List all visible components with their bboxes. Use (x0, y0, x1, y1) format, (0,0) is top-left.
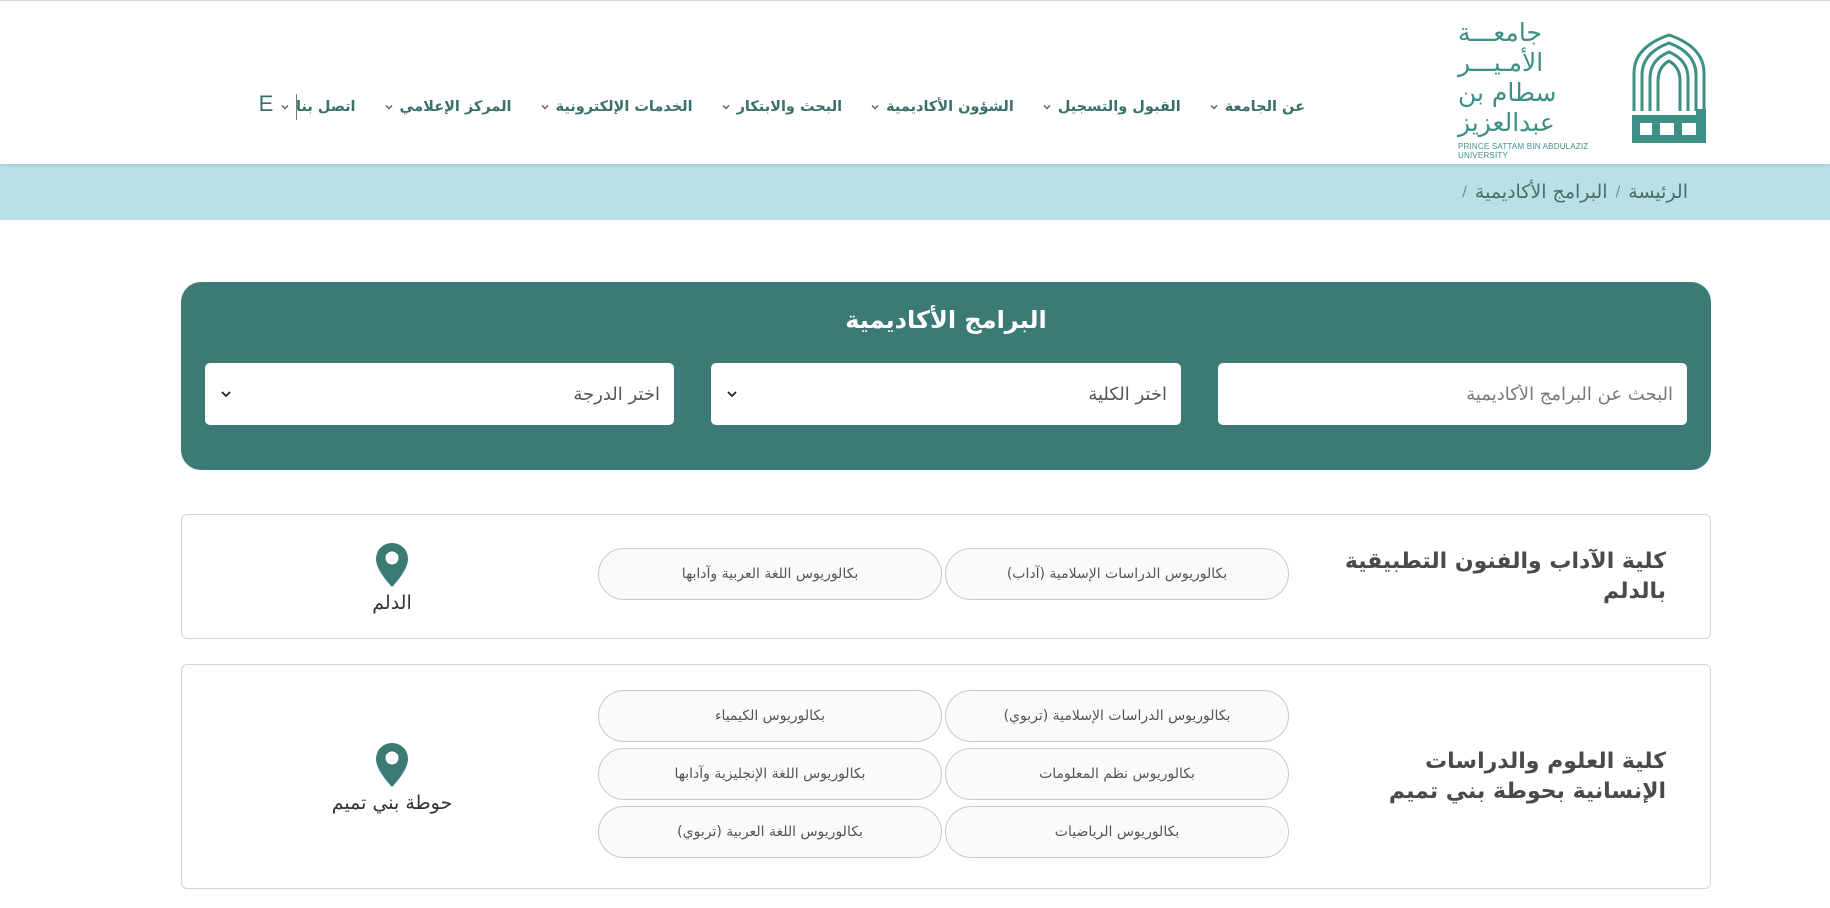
program-pill[interactable]: بكالوريوس الكيمياء (598, 690, 942, 742)
breadcrumb-home[interactable]: الرئيسة (1628, 181, 1688, 203)
location-name: حوطة بني تميم (331, 792, 453, 814)
degree-select-value: اختر الدرجة (573, 383, 660, 405)
program-search-panel: البرامج الأكاديمية اختر الكلية اختر الدر… (181, 282, 1711, 470)
college-card: كلية العلوم والدراسات الإنسانية بحوطة بن… (181, 664, 1711, 889)
chevron-down-icon (540, 102, 550, 112)
main-navigation: عن الجامعة القبول والتسجيل الشؤون الأكاد… (255, 91, 1305, 123)
logo-text: جامعـــة الأمـيـــر سطام بن عبدالعزيز PR… (1458, 18, 1630, 160)
program-pill[interactable]: بكالوريوس الرياضيات (945, 806, 1289, 858)
program-search-field[interactable] (1218, 363, 1687, 425)
college-location[interactable]: الدلم (292, 542, 492, 614)
breadcrumb-bar: الرئيسة / البرامج الأكاديمية / (0, 164, 1830, 220)
site-header: جامعـــة الأمـيـــر سطام بن عبدالعزيز PR… (0, 1, 1830, 164)
logo-line-2: سطام بن عبدالعزيز (1458, 78, 1557, 137)
breadcrumb-separator: / (1615, 184, 1621, 200)
college-select[interactable]: اختر الكلية (711, 363, 1181, 425)
program-search-input[interactable] (1232, 363, 1673, 425)
college-name: كلية العلوم والدراسات الإنسانية بحوطة بن… (1388, 749, 1666, 804)
university-logo[interactable]: جامعـــة الأمـيـــر سطام بن عبدالعزيز PR… (1458, 18, 1708, 160)
nav-item-label: اتصل بنا (296, 99, 356, 115)
degree-select[interactable]: اختر الدرجة (205, 363, 674, 425)
college-select-value: اختر الكلية (1088, 383, 1167, 405)
logo-line-1: جامعـــة الأمـيـــر (1458, 18, 1544, 77)
nav-item-e-services[interactable]: الخدمات الإلكترونية (540, 99, 693, 115)
program-pill[interactable]: بكالوريوس اللغة العربية وآدابها (598, 548, 942, 600)
nav-item-research[interactable]: البحث والابتكار (721, 99, 843, 115)
nav-item-admission[interactable]: القبول والتسجيل (1042, 99, 1181, 115)
chevron-down-icon (384, 102, 394, 112)
nav-item-label: الخدمات الإلكترونية (555, 99, 693, 115)
nav-item-contact[interactable]: اتصل بنا (280, 99, 356, 115)
chevron-down-icon (725, 387, 739, 401)
program-pill[interactable]: بكالوريوس الدراسات الإسلامية (تربوي) (945, 690, 1289, 742)
chevron-down-icon (1209, 102, 1219, 112)
nav-item-academic-affairs[interactable]: الشؤون الأكاديمية (870, 99, 1014, 115)
breadcrumb: الرئيسة / البرامج الأكاديمية / (1454, 164, 1688, 220)
nav-item-label: المركز الإعلامي (399, 99, 512, 115)
nav-item-about[interactable]: عن الجامعة (1209, 99, 1305, 115)
panel-title: البرامج الأكاديمية (845, 306, 1047, 334)
breadcrumb-current[interactable]: البرامج الأكاديمية (1475, 181, 1608, 203)
program-pill[interactable]: بكالوريوس نظم المعلومات (945, 748, 1289, 800)
chevron-down-icon (219, 387, 233, 401)
nav-item-label: القبول والتسجيل (1057, 99, 1181, 115)
breadcrumb-separator: / (1462, 184, 1467, 200)
college-location[interactable]: حوطة بني تميم (292, 742, 492, 814)
chevron-down-icon (721, 102, 731, 112)
map-pin-icon (376, 743, 408, 787)
chevron-down-icon (280, 102, 290, 112)
nav-item-label: عن الجامعة (1224, 99, 1305, 115)
nav-item-label: الشؤون الأكاديمية (886, 99, 1014, 115)
chevron-down-icon (1042, 102, 1052, 112)
nav-item-media-center[interactable]: المركز الإعلامي (384, 99, 512, 115)
location-name: الدلم (372, 592, 412, 614)
college-name: كلية الآداب والفنون التطبيقية بالدلم (1344, 549, 1666, 604)
nav-item-label: البحث والابتكار (736, 99, 843, 115)
language-divider (296, 94, 297, 120)
program-pill[interactable]: بكالوريوس اللغة العربية (تربوي) (598, 806, 942, 858)
map-pin-icon (376, 543, 408, 587)
program-pill[interactable]: بكالوريوس اللغة الإنجليزية وآدابها (598, 748, 942, 800)
college-card: كلية الآداب والفنون التطبيقية بالدلم بكا… (181, 514, 1711, 639)
program-pill[interactable]: بكالوريوس الدراسات الإسلامية (آداب) (945, 548, 1289, 600)
logo-arch-icon (1632, 33, 1706, 143)
language-switch[interactable]: E (256, 87, 276, 121)
chevron-down-icon (870, 102, 880, 112)
logo-line-3: PRINCE SATTAM BIN ABDULAZIZ UNIVERSITY (1458, 142, 1589, 160)
